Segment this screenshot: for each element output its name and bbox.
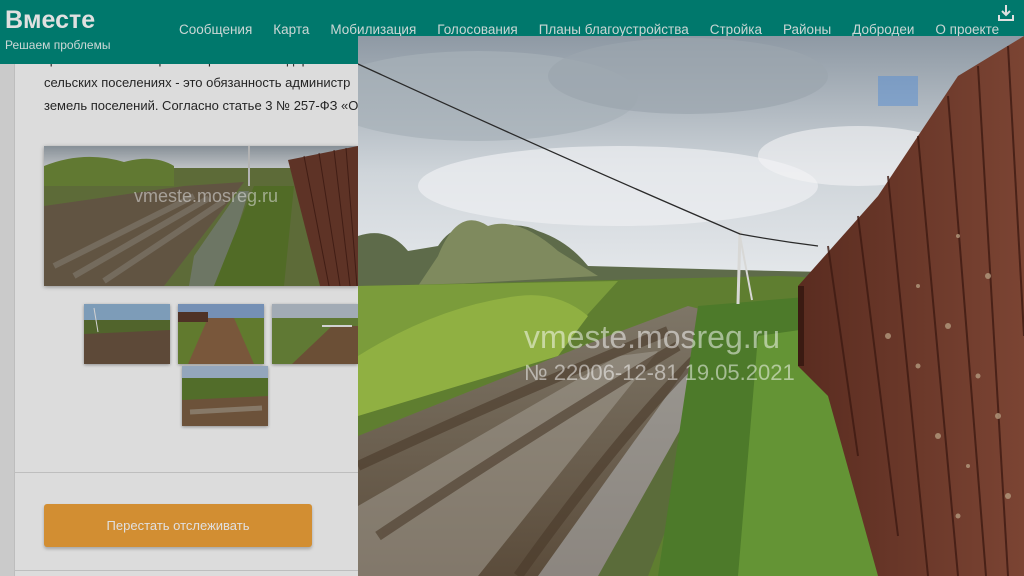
lightbox-photo[interactable]: vmeste.mosreg.ru № 22006-12-81 19.05.202… — [358, 36, 1024, 576]
lightbox-watermark-site: vmeste.mosreg.ru — [524, 319, 781, 355]
lightbox-watermark-meta: № 22006-12-81 19.05.2021 — [524, 360, 795, 385]
